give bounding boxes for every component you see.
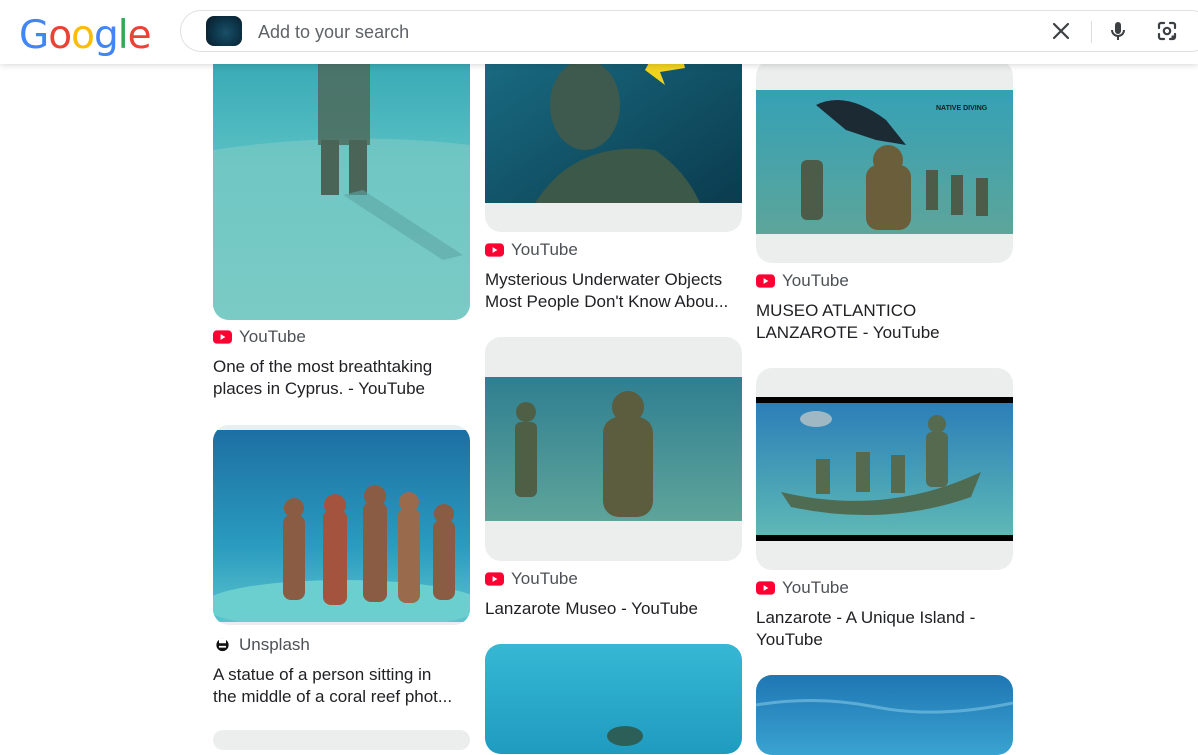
search-image-thumbnail[interactable] bbox=[206, 16, 242, 46]
result-source[interactable]: YouTube bbox=[213, 327, 306, 347]
result-title-line: places in Cyprus. - YouTube bbox=[213, 379, 425, 398]
close-icon[interactable] bbox=[1049, 19, 1073, 43]
boat-statues-image bbox=[756, 397, 1013, 541]
result-title[interactable]: Lanzarote Museo - YouTube bbox=[485, 598, 745, 620]
lens-icon[interactable] bbox=[1155, 19, 1179, 43]
result-source[interactable]: YouTube bbox=[756, 578, 849, 598]
source-label: YouTube bbox=[239, 327, 306, 346]
result-image[interactable] bbox=[485, 644, 742, 754]
result-source[interactable]: Unsplash bbox=[213, 635, 310, 655]
result-title[interactable]: Mysterious Underwater Objects Most Peopl… bbox=[485, 269, 745, 313]
result-title-line: Lanzarote - A Unique Island - bbox=[756, 608, 976, 627]
result-image[interactable]: NATIVE DIVING bbox=[756, 60, 1013, 263]
museo-statues-image bbox=[485, 377, 742, 521]
source-label: YouTube bbox=[511, 240, 578, 259]
logo-letter: e bbox=[127, 13, 152, 58]
result-title[interactable]: Lanzarote - A Unique Island - YouTube bbox=[756, 607, 1016, 651]
result-title-line: Lanzarote Museo - YouTube bbox=[485, 599, 698, 618]
logo-letter: o bbox=[71, 13, 95, 58]
result-title-line: A statue of a person sitting in bbox=[213, 665, 432, 684]
coral-statues-image bbox=[213, 430, 470, 622]
source-label: YouTube bbox=[782, 271, 849, 290]
result-title-line: Mysterious Underwater Objects bbox=[485, 270, 723, 289]
logo-letter: G bbox=[19, 13, 49, 58]
search-input[interactable] bbox=[256, 11, 1020, 53]
result-source[interactable]: YouTube bbox=[756, 271, 849, 291]
result-title-line: One of the most breathtaking bbox=[213, 357, 433, 376]
underwater-statue-image bbox=[213, 30, 470, 320]
search-box[interactable] bbox=[180, 10, 1198, 53]
logo-letter: g bbox=[93, 13, 119, 58]
source-label: YouTube bbox=[511, 569, 578, 588]
top-bar: Google bbox=[0, 0, 1198, 64]
source-label: YouTube bbox=[782, 578, 849, 597]
youtube-icon bbox=[485, 572, 504, 586]
google-logo[interactable]: Google bbox=[19, 13, 152, 58]
logo-letter: o bbox=[48, 13, 72, 58]
result-image[interactable] bbox=[213, 30, 470, 320]
search-divider bbox=[1091, 21, 1092, 43]
result-title[interactable]: A statue of a person sitting in the midd… bbox=[213, 664, 473, 708]
result-title-line: Most People Don't Know Abou... bbox=[485, 292, 729, 311]
result-title-line: YouTube bbox=[756, 630, 823, 649]
youtube-icon bbox=[756, 274, 775, 288]
result-source[interactable]: YouTube bbox=[485, 240, 578, 260]
result-title-line: LANZAROTE - YouTube bbox=[756, 323, 940, 342]
image-watermark: NATIVE DIVING bbox=[936, 105, 988, 112]
result-title-line: MUSEO ATLANTICO bbox=[756, 301, 917, 320]
result-source[interactable]: YouTube bbox=[485, 569, 578, 589]
result-image[interactable] bbox=[213, 425, 470, 625]
youtube-icon bbox=[756, 581, 775, 595]
sea-surface-image bbox=[756, 675, 1013, 755]
result-image[interactable] bbox=[756, 368, 1013, 570]
unsplash-icon bbox=[216, 638, 229, 652]
divers-statues-image: NATIVE DIVING bbox=[756, 90, 1013, 234]
source-label: Unsplash bbox=[239, 635, 310, 654]
logo-letter: l bbox=[117, 13, 129, 58]
youtube-icon bbox=[485, 243, 504, 257]
result-title-line: the middle of a coral reef phot... bbox=[213, 687, 453, 706]
shallow-water-image bbox=[485, 644, 742, 754]
result-image[interactable] bbox=[213, 730, 470, 750]
result-image[interactable] bbox=[756, 675, 1013, 755]
youtube-icon bbox=[213, 330, 232, 344]
result-title[interactable]: One of the most breathtaking places in C… bbox=[213, 356, 473, 400]
microphone-icon[interactable] bbox=[1106, 19, 1130, 43]
result-image[interactable] bbox=[485, 337, 742, 561]
result-title[interactable]: MUSEO ATLANTICO LANZAROTE - YouTube bbox=[756, 300, 1016, 344]
